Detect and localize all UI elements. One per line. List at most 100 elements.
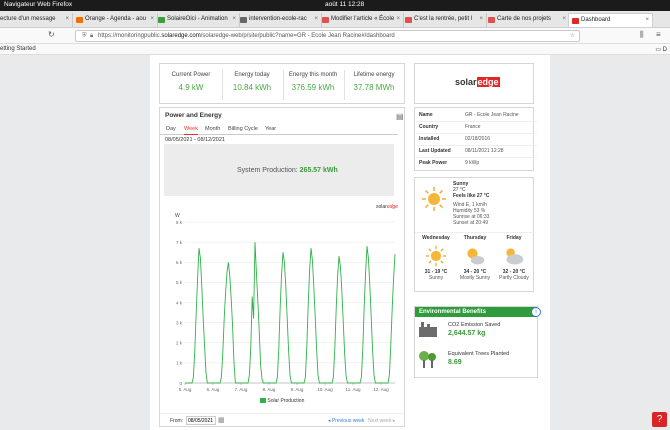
y-tick-label: 6 k xyxy=(176,260,183,265)
tab-favicon-icon xyxy=(76,17,83,23)
browser-tab[interactable]: SolaireOici - Animation × xyxy=(155,13,240,27)
calendar-icon[interactable]: ▦ xyxy=(218,416,225,424)
kpi-value: 10.84 kWh xyxy=(232,83,272,92)
info-key: Country xyxy=(419,124,439,130)
info-key: Peak Power xyxy=(419,160,448,166)
library-icon[interactable]: ⫼ xyxy=(640,30,644,40)
clock[interactable]: août 11 12:28 xyxy=(325,1,364,8)
close-icon[interactable]: × xyxy=(232,13,236,26)
browser-tab[interactable]: C'est la rentrée, petit l × xyxy=(402,13,487,27)
tab-favicon-icon xyxy=(240,17,247,23)
bookmark-folder[interactable]: ▭ D xyxy=(655,46,667,53)
y-tick-label: 0 xyxy=(179,381,182,386)
y-axis-label: W xyxy=(175,213,180,219)
kpi-value: 37.78 MWh xyxy=(353,83,395,92)
info-row-name: Name GR - Ecole Jean Racine xyxy=(417,110,537,122)
current-weather: Sunny 27 °C Feels like 27 °C Wind E, 1 k… xyxy=(453,181,489,226)
export-icon[interactable]: ▤ xyxy=(396,112,404,121)
next-week-link[interactable]: Next week ▸ xyxy=(368,418,395,424)
kpi-card: Current Power 4.9 kW Energy today 10.84 kW… xyxy=(159,63,405,104)
browser-tab[interactable]: Modifier l'article « École × xyxy=(319,13,404,27)
previous-week-link[interactable]: ◂ Previous week xyxy=(328,418,364,424)
chart-legend[interactable]: Solar Production xyxy=(260,398,304,404)
help-button[interactable]: ? xyxy=(652,412,667,427)
browser-tab[interactable]: ecture d'un message × xyxy=(0,13,73,27)
x-tick-label: 9. Aug xyxy=(291,387,304,392)
close-icon[interactable]: × xyxy=(396,13,400,26)
close-icon[interactable]: × xyxy=(562,13,566,26)
kpi-label: Energy today xyxy=(234,72,270,78)
close-icon[interactable]: × xyxy=(314,13,318,26)
forecast-day-name: Thursday xyxy=(463,235,487,241)
os-top-bar: Navigateur Web Firefox août 11 12:28 xyxy=(0,0,670,11)
co2-label: CO2 Emission Saved xyxy=(448,322,501,328)
chart-footer: From: ▦ ◂ Previous week Next week ▸ xyxy=(160,413,404,427)
system-production-box: System Production: 265.57 kWh xyxy=(164,144,394,196)
url-bar[interactable]: ⛨ 🔒︎ https://monitoringpublic.solaredge.… xyxy=(75,30,580,42)
forecast-day: Friday 32 - 20 °C Partly Cloudy xyxy=(495,235,533,281)
dashboard-page: Current Power 4.9 kW Energy today 10.84 kW… xyxy=(0,55,670,430)
kpi-energy-today: Energy today 10.84 kWh xyxy=(224,72,280,92)
tab-label: Carte de nos projets xyxy=(497,16,552,22)
browser-tab[interactable]: Orange - Agenda - aou × xyxy=(73,13,158,27)
tab-favicon-icon xyxy=(572,18,579,24)
solaredge-logo: solaredge xyxy=(455,77,500,87)
tab-day[interactable]: Day xyxy=(166,126,176,132)
power-energy-card: Power and Energy ▤ Day Week Month Billin… xyxy=(159,107,405,427)
browser-tab[interactable]: intervention-ecole-rac × xyxy=(237,13,322,27)
system-production-value: 265.57 kWh xyxy=(299,167,338,174)
logo-card: solaredge xyxy=(414,63,534,104)
app-name[interactable]: Navigateur Web Firefox xyxy=(4,1,72,8)
y-tick-label: 4 k xyxy=(176,300,183,305)
tab-week[interactable]: Week xyxy=(184,126,198,135)
tab-label: C'est la rentrée, petit l xyxy=(414,16,473,22)
tab-month[interactable]: Month xyxy=(205,126,220,132)
menu-icon[interactable]: ≡ xyxy=(656,30,661,39)
info-icon[interactable]: i xyxy=(531,307,541,317)
star-icon[interactable]: ☆ xyxy=(570,31,575,41)
from-date-input[interactable] xyxy=(186,416,216,425)
x-tick-label: 5. Aug xyxy=(179,387,192,392)
forecast-day-name: Wednesday xyxy=(422,235,450,241)
tab-billing-cycle[interactable]: Billing Cycle xyxy=(228,126,258,132)
system-production-label: System Production: xyxy=(237,167,298,174)
kpi-value: 4.9 kW xyxy=(178,83,204,92)
browser-tab[interactable]: Carte de nos projets × xyxy=(485,13,570,27)
period-tabs: Day Week Month Billing Cycle Year xyxy=(160,125,398,135)
y-tick-label: 2 k xyxy=(176,341,183,346)
y-tick-label: 8 k xyxy=(176,220,183,225)
y-tick-label: 7 k xyxy=(176,240,183,245)
shield-icon[interactable]: ⛨ xyxy=(82,31,87,41)
tree-icon xyxy=(419,351,436,368)
co2-value: 2,644.57 kg xyxy=(448,330,486,337)
y-tick-label: 5 k xyxy=(176,280,183,285)
info-key: Name xyxy=(419,112,433,118)
close-icon[interactable]: × xyxy=(150,13,154,26)
production-chart: W 0 1 k 2 k 3 k 4 k 5 k 6 k 7 k 8 k 5. Aug 6. Aug 7.… xyxy=(175,213,396,392)
info-row-last-updated: Last Updated 08/11/2021 12:28 xyxy=(417,146,537,158)
from-label: From: xyxy=(170,418,184,424)
close-icon[interactable]: × xyxy=(65,13,69,26)
info-row-installed: Installed 02/18/2016 xyxy=(417,134,537,146)
lock-icon[interactable]: 🔒︎ xyxy=(90,31,93,41)
kpi-lifetime-energy: Lifetime energy 37.78 MWh xyxy=(346,72,402,92)
reload-icon[interactable]: ↻ xyxy=(48,30,55,39)
tab-year[interactable]: Year xyxy=(265,126,276,132)
bookmark-getting-started[interactable]: etting Started xyxy=(0,46,36,52)
forecast-day-name: Friday xyxy=(506,235,522,241)
y-tick-label: 3 k xyxy=(176,320,183,325)
factory-icon xyxy=(419,322,437,337)
tab-label: ecture d'un message xyxy=(0,16,56,22)
date-range: 08/05/2021 - 08/12/2021 xyxy=(165,137,225,143)
browser-tab-active[interactable]: Dashboard × xyxy=(568,13,653,27)
kpi-value: 376.59 kWh xyxy=(291,83,335,92)
close-icon[interactable]: × xyxy=(645,14,649,27)
sun-icon xyxy=(422,187,446,211)
bookmarks-bar: etting Started ▭ D xyxy=(0,44,670,55)
close-icon[interactable]: × xyxy=(479,13,483,26)
info-row-peak-power: Peak Power 9 kWp xyxy=(417,158,537,170)
x-tick-label: 8. Aug xyxy=(263,387,276,392)
x-tick-label: 12. Aug xyxy=(373,387,389,392)
power-energy-title: Power and Energy xyxy=(165,112,222,119)
site-info-card: Name GR - Ecole Jean Racine Country France… xyxy=(414,107,537,171)
